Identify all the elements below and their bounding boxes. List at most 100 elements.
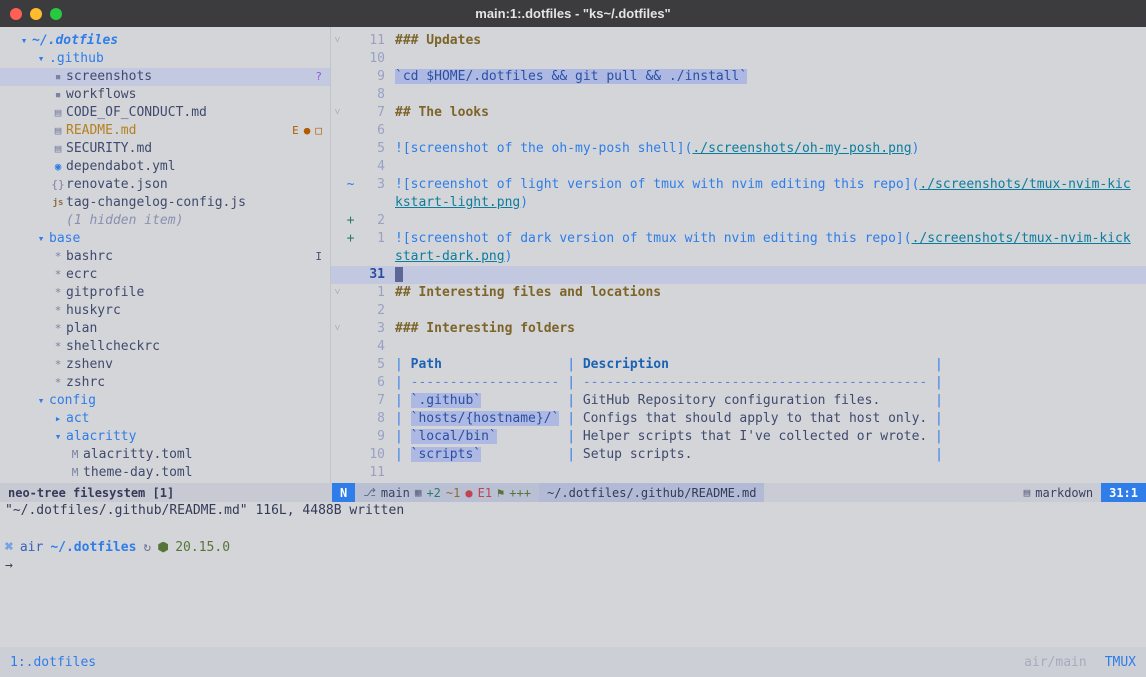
editor-line[interactable]: start-dark.png) bbox=[331, 248, 1146, 266]
editor-line[interactable]: 10| `scripts` | Setup scripts. | bbox=[331, 446, 1146, 464]
titlebar[interactable]: main:1:.dotfiles - "ks~/.dotfiles" bbox=[0, 0, 1146, 27]
editor-line[interactable]: +2 bbox=[331, 212, 1146, 230]
fold-column bbox=[331, 194, 344, 212]
tree-item[interactable]: ▾config bbox=[0, 392, 330, 410]
sign-column bbox=[344, 284, 357, 302]
tree-item[interactable]: ▾alacritty bbox=[0, 428, 330, 446]
line-text: ## The looks bbox=[395, 104, 1146, 122]
editor-line[interactable]: +1![screenshot of dark version of tmux w… bbox=[331, 230, 1146, 248]
tree-item[interactable]: ▾.github bbox=[0, 50, 330, 68]
text-segment-label: ![screenshot of the oh-my-posh shell] bbox=[395, 141, 685, 156]
editor-line[interactable]: 6| ------------------- | ---------------… bbox=[331, 374, 1146, 392]
editor-line[interactable]: ˅ 11### Updates bbox=[331, 32, 1146, 50]
sign-column bbox=[344, 464, 357, 482]
tree-item[interactable]: *huskyrc bbox=[0, 302, 330, 320]
tree-item[interactable]: ▤README.mdE●□ bbox=[0, 122, 330, 140]
line-number: 11 bbox=[357, 32, 385, 50]
unstaged-badge: □ bbox=[315, 122, 322, 140]
tree-item[interactable]: (1 hidden item) bbox=[0, 212, 330, 230]
editor-line[interactable]: 4 bbox=[331, 158, 1146, 176]
folder-icon: ▪ bbox=[50, 68, 66, 86]
status-row: neo-tree filesystem [1] N ⎇ main ▦ +2 ~1… bbox=[0, 483, 1146, 502]
fold-marker-icon[interactable]: ˅ bbox=[331, 320, 344, 338]
tree-item[interactable]: *bashrcI bbox=[0, 248, 330, 266]
tree-item[interactable]: Mtheme-day.toml bbox=[0, 464, 330, 482]
editor-line[interactable]: kstart-light.png) bbox=[331, 194, 1146, 212]
text-segment-fg bbox=[481, 447, 559, 462]
editor-line[interactable]: 11 bbox=[331, 464, 1146, 482]
editor-line[interactable]: ~3![screenshot of light version of tmux … bbox=[331, 176, 1146, 194]
editor-line[interactable]: 8| `hosts/{hostname}/` | Configs that sh… bbox=[331, 410, 1146, 428]
sign-column bbox=[344, 140, 357, 158]
tree-item-label: config bbox=[49, 392, 96, 410]
editor-line[interactable]: 9| `local/bin` | Helper scripts that I'v… bbox=[331, 428, 1146, 446]
tree-item[interactable]: *zshrc bbox=[0, 374, 330, 392]
tree-item[interactable]: *gitprofile bbox=[0, 284, 330, 302]
tree-item[interactable]: *shellcheckrc bbox=[0, 338, 330, 356]
tree-item-label: base bbox=[49, 230, 80, 248]
chevron-down-icon[interactable]: ▾ bbox=[16, 32, 32, 50]
tree-item[interactable]: ▸act bbox=[0, 410, 330, 428]
editor-line[interactable]: ˅ 1## Interesting files and locations bbox=[331, 284, 1146, 302]
statusline-filler bbox=[764, 483, 1015, 502]
tree-item[interactable]: ▾base bbox=[0, 230, 330, 248]
tmux-window-tab[interactable]: 1:.dotfiles bbox=[10, 655, 96, 670]
line-text bbox=[395, 50, 1146, 68]
traffic-lights bbox=[10, 0, 62, 27]
fold-marker-icon[interactable]: ˅ bbox=[331, 104, 344, 122]
diagnostics-count: E1 bbox=[478, 486, 492, 500]
tree-item[interactable]: *ecrc bbox=[0, 266, 330, 284]
tree-item[interactable]: {}renovate.json bbox=[0, 176, 330, 194]
close-icon[interactable] bbox=[10, 8, 22, 20]
tree-item[interactable]: *zshenv bbox=[0, 356, 330, 374]
editor-line[interactable]: 4 bbox=[331, 338, 1146, 356]
editor-line[interactable]: 31 bbox=[331, 266, 1146, 284]
editor-line[interactable]: ˅ 3### Interesting folders bbox=[331, 320, 1146, 338]
chevron-down-icon[interactable]: ▾ bbox=[33, 230, 49, 248]
fold-marker-icon[interactable]: ˅ bbox=[331, 32, 344, 50]
editor-line[interactable]: 5![screenshot of the oh-my-posh shell](.… bbox=[331, 140, 1146, 158]
tree-item[interactable]: Malacritty.toml bbox=[0, 446, 330, 464]
editor-line[interactable]: 9`cd $HOME/.dotfiles && git pull && ./in… bbox=[331, 68, 1146, 86]
text-segment-code: `local/bin` bbox=[411, 429, 497, 444]
chevron-down-icon[interactable]: ▾ bbox=[50, 428, 66, 446]
text-segment-pipe: | bbox=[559, 393, 582, 408]
editor-line[interactable]: 8 bbox=[331, 86, 1146, 104]
editor-line[interactable]: 10 bbox=[331, 50, 1146, 68]
line-number: 10 bbox=[357, 50, 385, 68]
line-number: 6 bbox=[357, 374, 385, 392]
tree-item-label: SECURITY.md bbox=[66, 140, 152, 158]
line-text bbox=[395, 338, 1146, 356]
tree-item[interactable]: ▪workflows bbox=[0, 86, 330, 104]
editor-pane[interactable]: ˅ 11### Updates 10 9`cd $HOME/.dotfiles … bbox=[331, 27, 1146, 483]
tree-item[interactable]: ▪screenshots? bbox=[0, 68, 330, 86]
minimize-icon[interactable] bbox=[30, 8, 42, 20]
tree-item[interactable]: ▤SECURITY.md bbox=[0, 140, 330, 158]
shell-area[interactable]: ⌘ air ~/.dotfiles ↻ 20.15.0 → bbox=[0, 538, 1146, 574]
line-number: 4 bbox=[357, 158, 385, 176]
shell-file-icon: * bbox=[50, 356, 66, 374]
editor-line[interactable]: 6 bbox=[331, 122, 1146, 140]
text-segment-url: ./screenshots/tmux-nvim-kick bbox=[912, 231, 1131, 246]
tree-item[interactable]: ▾~/.dotfiles bbox=[0, 32, 330, 50]
tree-item[interactable]: *plan bbox=[0, 320, 330, 338]
text-segment-label: ) bbox=[520, 195, 528, 210]
tree-item[interactable]: jstag-changelog-config.js bbox=[0, 194, 330, 212]
zoom-icon[interactable] bbox=[50, 8, 62, 20]
shell-input-line[interactable]: → bbox=[5, 556, 1146, 574]
text-cursor-block bbox=[395, 267, 403, 282]
editor-line[interactable]: 7| `.github` | GitHub Repository configu… bbox=[331, 392, 1146, 410]
editor-line[interactable]: 5| Path | Description | bbox=[331, 356, 1146, 374]
editor-line[interactable]: 2 bbox=[331, 302, 1146, 320]
chevron-down-icon[interactable]: ▾ bbox=[33, 392, 49, 410]
chevron-down-icon[interactable]: ▾ bbox=[33, 50, 49, 68]
fold-marker-icon[interactable]: ˅ bbox=[331, 284, 344, 302]
tree-item[interactable]: ◉dependabot.yml bbox=[0, 158, 330, 176]
tree-item[interactable]: ▤CODE_OF_CONDUCT.md bbox=[0, 104, 330, 122]
neo-tree-panel[interactable]: ▾~/.dotfiles▾.github▪screenshots?▪workfl… bbox=[0, 27, 331, 483]
editor-line[interactable]: ˅ 7## The looks bbox=[331, 104, 1146, 122]
filetype-label: markdown bbox=[1035, 486, 1093, 500]
line-number: 2 bbox=[357, 212, 385, 230]
chevron-right-icon[interactable]: ▸ bbox=[50, 410, 66, 428]
fold-column bbox=[331, 464, 344, 482]
